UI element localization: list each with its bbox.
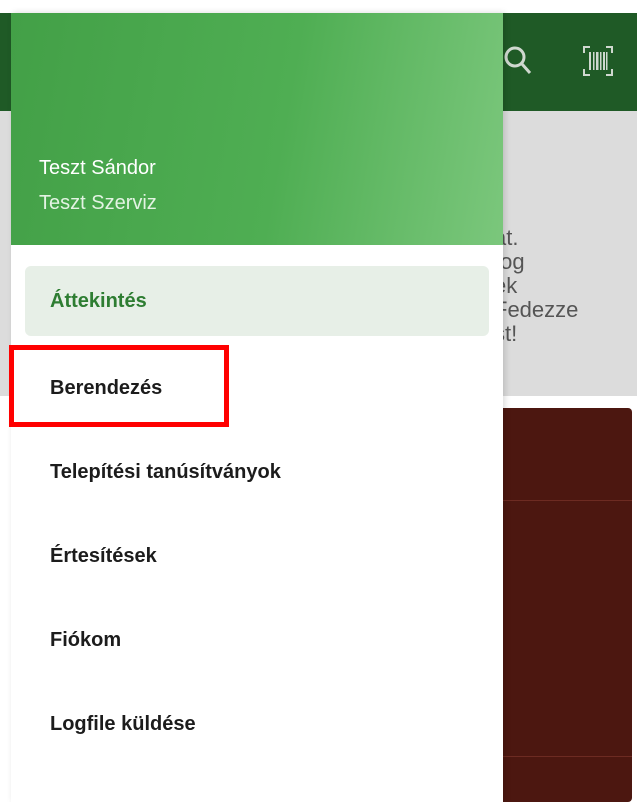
nav-item-attekintes[interactable]: Áttekintés (25, 266, 489, 336)
nav-item-label: Értesítések (50, 544, 157, 567)
nav-item-ertesitesek[interactable]: Értesítések (25, 521, 489, 591)
nav-item-label: Logfile küldése (50, 712, 196, 735)
user-name: Teszt Sándor (39, 157, 156, 179)
drawer-header: Teszt Sándor Teszt Szerviz (11, 13, 503, 245)
user-organization: Teszt Szerviz (39, 192, 157, 214)
nav-item-logfile-kuldese[interactable]: Logfile küldése (25, 689, 489, 759)
search-icon[interactable] (502, 43, 534, 79)
nav-item-telepitesi-tanusitvanyok[interactable]: Telepítési tanúsítványok (25, 437, 489, 507)
barcode-scan-icon[interactable] (580, 43, 616, 79)
highlight-annotation-box (9, 345, 229, 427)
nav-item-label: Telepítési tanúsítványok (50, 460, 281, 483)
nav-item-fiokom[interactable]: Fiókom (25, 605, 489, 675)
nav-item-label: Fiókom (50, 628, 122, 651)
background-text: át. fog ek Fedezze st! (494, 225, 579, 346)
nav-item-label: Áttekintés (50, 289, 147, 312)
